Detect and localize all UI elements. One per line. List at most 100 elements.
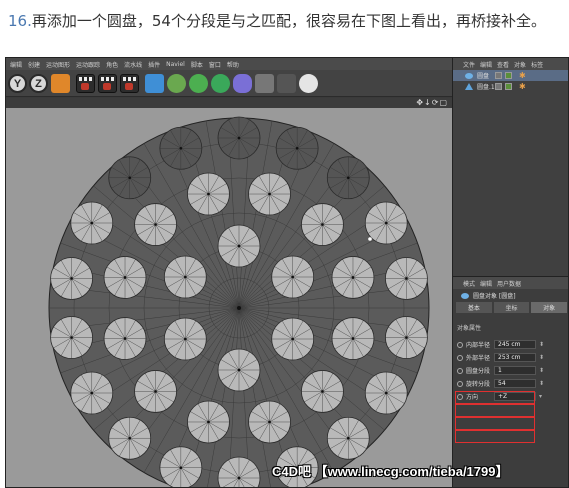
tag-icon[interactable]: ✱ <box>519 71 526 80</box>
tab-basic[interactable]: 基本 <box>456 302 492 313</box>
perspective-viewport[interactable] <box>6 108 452 487</box>
animate-dot[interactable] <box>457 341 463 348</box>
spinner-icon[interactable]: ⬍ <box>539 354 544 361</box>
hole-center <box>346 176 350 180</box>
inner-radius-field[interactable]: 245 cm <box>494 340 536 349</box>
menu-item[interactable]: 流水线 <box>124 60 142 69</box>
deformer-icon[interactable] <box>233 74 252 93</box>
hole-center <box>207 192 210 196</box>
y-axis-lock-button[interactable]: Y <box>8 74 27 93</box>
om-menu-item[interactable]: 文件 <box>463 60 475 69</box>
hole-center <box>405 336 408 339</box>
hole-center <box>321 390 324 393</box>
light-icon[interactable] <box>299 74 318 93</box>
hole-center <box>70 277 73 280</box>
hole-center <box>384 391 388 395</box>
z-axis-lock-button[interactable]: Z <box>29 74 48 93</box>
hole-center <box>346 436 350 440</box>
spinner-icon[interactable]: ⬍ <box>539 341 544 348</box>
param-rotation-segments: 旋转分段 54 ⬍ <box>457 377 568 390</box>
scene-floor-icon[interactable] <box>255 74 274 93</box>
hole-center <box>90 391 94 395</box>
visibility-flags[interactable] <box>495 72 512 79</box>
hole-center <box>291 275 294 279</box>
menu-item[interactable]: 脚本 <box>191 60 203 69</box>
spinner-icon[interactable]: ⬍ <box>539 367 544 374</box>
menu-item[interactable]: 运动跟踪 <box>76 60 100 69</box>
attribute-object-title: 圆盘对象 [圆盘] <box>453 289 568 302</box>
viewport-nav-icons[interactable]: ✥↓⟳▢ <box>416 98 448 107</box>
am-menu-item[interactable]: 编辑 <box>480 279 492 288</box>
camera-icon[interactable] <box>277 74 296 93</box>
om-menu-item[interactable]: 标签 <box>531 60 543 69</box>
hole-center <box>184 337 187 341</box>
hole-center <box>237 136 241 140</box>
cloner-icon[interactable] <box>211 74 230 93</box>
param-inner-radius: 内部半径 245 cm ⬍ <box>457 338 568 351</box>
render-settings-icon[interactable] <box>120 74 139 93</box>
am-menu-item[interactable]: 用户数据 <box>497 279 521 288</box>
object-row-disc[interactable]: 圆盘 ✱ <box>453 70 568 81</box>
om-menu-item[interactable]: 查看 <box>497 60 509 69</box>
hole-center <box>295 146 299 150</box>
menu-item[interactable]: 插件 <box>148 60 160 69</box>
tab-object[interactable]: 对象 <box>531 302 568 313</box>
hole-center <box>123 276 127 279</box>
subdivision-surface-icon[interactable] <box>189 74 208 93</box>
main-menubar: 编辑 创建 运动图形 运动跟踪 角色 流水线 插件 Naviel 脚本 窗口 帮… <box>6 58 452 70</box>
attribute-tabs: 基本 坐标 对象 <box>453 302 568 313</box>
hole-center <box>237 244 241 248</box>
material-tag-icon[interactable]: ✱ <box>519 82 526 91</box>
highlight-box <box>455 430 535 443</box>
tab-coord[interactable]: 坐标 <box>493 302 530 313</box>
om-menu-item[interactable]: 编辑 <box>480 60 492 69</box>
chevron-down-icon[interactable]: ▾ <box>539 393 542 400</box>
cube-object-icon[interactable] <box>145 74 164 93</box>
object-row-disc-1[interactable]: 圆盘.1 ✱ <box>453 81 568 92</box>
visibility-flags[interactable] <box>495 83 512 90</box>
hole-center <box>237 368 241 372</box>
caption-text: 再添加一个圆盘，54个分段是与之匹配，很容易在下图上看出，再桥接补全。 <box>31 12 546 30</box>
c4d-window: 编辑 创建 运动图形 运动跟踪 角色 流水线 插件 Naviel 脚本 窗口 帮… <box>5 57 569 488</box>
hole-center <box>207 420 210 424</box>
hole-center <box>237 476 241 480</box>
selected-point <box>368 237 372 241</box>
hole-center <box>128 176 132 180</box>
menu-item[interactable]: 运动图形 <box>46 60 70 69</box>
render-view-icon[interactable] <box>76 74 95 93</box>
menu-item[interactable]: Naviel <box>166 61 185 68</box>
menu-item[interactable]: 编辑 <box>10 60 22 69</box>
animate-dot[interactable] <box>457 354 463 361</box>
disc-segments-field[interactable]: 1 <box>494 366 536 375</box>
hole-center <box>384 221 388 225</box>
menu-item[interactable]: 角色 <box>106 60 118 69</box>
highlight-box <box>455 404 535 417</box>
om-menu-item[interactable]: 对象 <box>514 60 526 69</box>
attribute-manager-menu: 模式 编辑 用户数据 <box>453 277 568 289</box>
menu-item[interactable]: 创建 <box>28 60 40 69</box>
menu-item[interactable]: 窗口 <box>209 60 221 69</box>
hole-center <box>123 337 127 340</box>
caption: 16.再添加一个圆盘，54个分段是与之匹配，很容易在下图上看出，再桥接补全。 <box>8 10 546 31</box>
hole-center <box>351 337 355 340</box>
hole-center <box>179 466 183 470</box>
am-menu-item[interactable]: 模式 <box>463 279 475 288</box>
hole-center <box>321 223 324 226</box>
hole-center <box>291 337 294 341</box>
animate-dot[interactable] <box>457 367 463 374</box>
render-picture-viewer-icon[interactable] <box>98 74 117 93</box>
caption-number: 16. <box>8 12 32 30</box>
hole-center <box>268 420 271 424</box>
animate-dot[interactable] <box>457 380 463 387</box>
outer-radius-field[interactable]: 253 cm <box>494 353 536 362</box>
rotation-segments-field[interactable]: 54 <box>494 379 536 388</box>
hole-center <box>268 192 271 196</box>
main-toolbar: Y Z <box>6 70 452 97</box>
pen-spline-icon[interactable] <box>167 74 186 93</box>
coordinate-system-icon[interactable] <box>51 74 70 93</box>
menu-item[interactable]: 帮助 <box>227 60 239 69</box>
object-name: 圆盘 <box>477 73 490 80</box>
hole-center <box>179 146 183 150</box>
spinner-icon[interactable]: ⬍ <box>539 380 544 387</box>
disc-outline <box>48 117 430 487</box>
